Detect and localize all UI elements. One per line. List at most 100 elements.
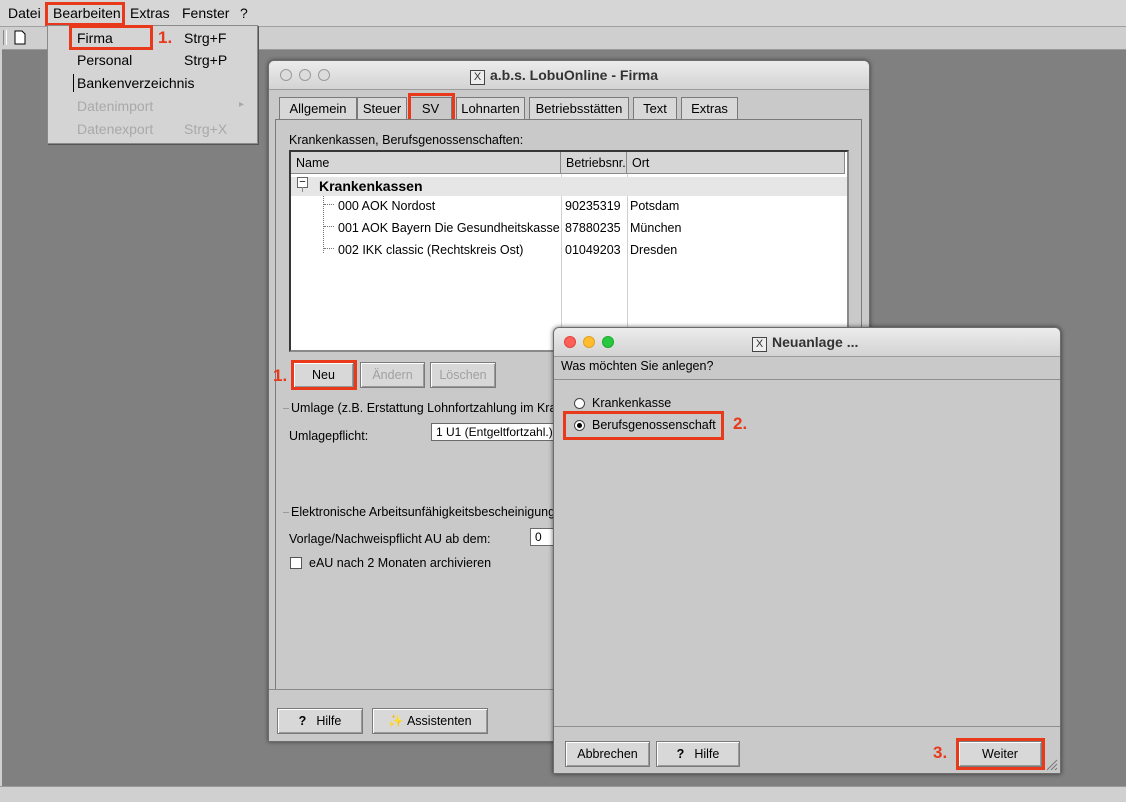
window-title: Xa.b.s. LobuOnline - Firma bbox=[470, 67, 658, 85]
close-icon[interactable] bbox=[564, 336, 576, 348]
menu-fenster[interactable]: Fenster bbox=[182, 5, 229, 21]
highlight-bearbeiten bbox=[45, 2, 125, 26]
maximize-icon[interactable] bbox=[318, 69, 330, 81]
table-row[interactable]: 002 IKK classic (Rechtskreis Ost) 010492… bbox=[291, 240, 847, 261]
highlight-tab-sv bbox=[408, 93, 455, 122]
archiv-checkbox[interactable] bbox=[290, 557, 302, 569]
menu-datei[interactable]: Datei bbox=[8, 5, 41, 21]
menu-item-personal[interactable]: Personal Strg+P bbox=[48, 49, 257, 71]
assistenten-label: Assistenten bbox=[406, 714, 472, 728]
column-header-name[interactable]: Name bbox=[291, 152, 561, 174]
group-line bbox=[283, 512, 289, 513]
tree-branch bbox=[324, 248, 334, 250]
krankenkassen-grid[interactable]: Name Betriebsnr. Ort − Krankenkassen 000… bbox=[289, 150, 849, 352]
menu-extras[interactable]: Extras bbox=[130, 5, 170, 21]
menu-item-shortcut: Strg+F bbox=[184, 30, 227, 46]
resize-grip-icon[interactable] bbox=[1044, 757, 1058, 771]
submenu-arrow-icon: ▸ bbox=[239, 99, 245, 110]
group-line bbox=[283, 408, 289, 409]
menu-item-label: Personal bbox=[77, 52, 133, 68]
row-betriebsnr: 90235319 bbox=[565, 199, 621, 213]
menu-item-shortcut: Strg+X bbox=[184, 121, 228, 137]
row-ort: München bbox=[630, 221, 682, 235]
magic-wand-icon: ✨ bbox=[388, 714, 404, 728]
umlagepflicht-label: Umlagepflicht: bbox=[289, 429, 369, 443]
menu-item-datenimport: Datenimport ▸ bbox=[48, 95, 257, 117]
radio-krankenkasse[interactable] bbox=[574, 398, 585, 409]
tree-line bbox=[302, 187, 303, 192]
aendern-button: Ändern bbox=[360, 362, 425, 388]
tab-text[interactable]: Text bbox=[633, 97, 677, 119]
footer-divider bbox=[554, 726, 1060, 727]
new-document-icon[interactable] bbox=[14, 30, 26, 45]
question-label: Was möchten Sie anlegen? bbox=[561, 359, 714, 373]
archiv-label: eAU nach 2 Monaten archivieren bbox=[309, 556, 492, 570]
table-row[interactable]: 000 AOK Nordost 90235319 Potsdam bbox=[291, 196, 847, 217]
neuanlage-titlebar[interactable]: X Neuanlage ... bbox=[554, 328, 1060, 357]
tab-extras[interactable]: Extras bbox=[681, 97, 738, 119]
step-1-label: 1. bbox=[273, 366, 288, 385]
umlagepflicht-select[interactable]: 1 U1 (Entgeltfortzahl.) bbox=[431, 423, 561, 441]
dialog-title: X Neuanlage ... bbox=[752, 334, 858, 352]
menu-item-label: Datenimport bbox=[77, 98, 154, 114]
close-icon[interactable] bbox=[280, 69, 292, 81]
table-row[interactable]: 001 AOK Bayern Die Gesundheitskasse 8788… bbox=[291, 218, 847, 239]
step-1-label: 1. bbox=[158, 28, 173, 47]
menu-bar: Datei Bearbeiten Extras Fenster ? bbox=[0, 0, 1126, 27]
tree-branch bbox=[324, 226, 334, 228]
menu-help[interactable]: ? bbox=[240, 5, 248, 21]
tab-allgemein[interactable]: Allgemein bbox=[279, 97, 357, 119]
section-label: Krankenkassen, Berufsgenossenschaften: bbox=[289, 133, 524, 147]
status-bar bbox=[0, 786, 1126, 802]
loeschen-button: Löschen bbox=[430, 362, 496, 388]
step-3-label: 3. bbox=[933, 743, 948, 762]
umlage-title: Umlage (z.B. Erstattung Lohnfortzahlung … bbox=[291, 401, 564, 415]
toolbar-grip bbox=[3, 30, 7, 45]
minimize-icon[interactable] bbox=[299, 69, 311, 81]
column-header-betriebsnr[interactable]: Betriebsnr. bbox=[561, 152, 627, 174]
hilfe-button[interactable]: ? Hilfe bbox=[277, 708, 363, 734]
assistenten-button[interactable]: ✨ Assistenten bbox=[372, 708, 488, 734]
minimize-icon[interactable] bbox=[583, 336, 595, 348]
header-divider bbox=[554, 379, 1060, 380]
menu-item-bankenverzeichnis[interactable]: Bankenverzeichnis bbox=[48, 72, 257, 94]
row-ort: Dresden bbox=[630, 243, 678, 257]
text-cursor bbox=[73, 74, 74, 92]
highlight-firma bbox=[69, 25, 153, 50]
row-betriebsnr: 87880235 bbox=[565, 221, 621, 235]
step-2-label: 2. bbox=[733, 414, 748, 433]
tree-branch bbox=[324, 204, 334, 206]
tab-lohnarten[interactable]: Lohnarten bbox=[456, 97, 525, 119]
column-header-ort[interactable]: Ort bbox=[627, 152, 845, 174]
highlight-weiter bbox=[956, 738, 1045, 770]
tab-betriebsstaetten[interactable]: Betriebsstätten bbox=[529, 97, 629, 119]
row-name: 001 AOK Bayern Die Gesundheitskasse bbox=[338, 221, 560, 235]
menu-item-datenexport: Datenexport Strg+X bbox=[48, 118, 257, 140]
help-icon: ? bbox=[676, 747, 685, 761]
hilfe-button[interactable]: ? Hilfe bbox=[656, 741, 740, 767]
row-betriebsnr: 01049203 bbox=[565, 243, 621, 257]
menu-item-shortcut: Strg+P bbox=[184, 52, 228, 68]
x11-icon: X bbox=[470, 70, 485, 85]
window-title-text: a.b.s. LobuOnline - Firma bbox=[490, 67, 659, 83]
row-ort: Potsdam bbox=[630, 199, 680, 213]
abbrechen-button[interactable]: Abbrechen bbox=[565, 741, 650, 767]
menu-item-label: Bankenverzeichnis bbox=[77, 75, 195, 91]
eau-title: Elektronische Arbeitsunfähigkeitsbeschei… bbox=[291, 505, 556, 519]
neuanlage-dialog: X Neuanlage ... Was möchten Sie anlegen? … bbox=[553, 327, 1061, 774]
left-edge bbox=[0, 49, 2, 801]
tab-steuer[interactable]: Steuer bbox=[357, 97, 407, 119]
menu-item-label: Datenexport bbox=[77, 121, 154, 137]
radio-label-krankenkasse[interactable]: Krankenkasse bbox=[592, 396, 671, 410]
x11-icon: X bbox=[752, 337, 767, 352]
vorlage-label: Vorlage/Nachweispflicht AU ab dem: bbox=[289, 532, 491, 546]
hilfe-label: Hilfe bbox=[316, 714, 342, 728]
row-name: 002 IKK classic (Rechtskreis Ost) bbox=[338, 243, 524, 257]
tree-group-row[interactable]: − Krankenkassen bbox=[291, 177, 847, 196]
dialog-title-text: Neuanlage ... bbox=[772, 334, 859, 350]
hilfe-label: Hilfe bbox=[694, 747, 720, 761]
help-icon: ? bbox=[298, 714, 307, 728]
firma-titlebar[interactable]: Xa.b.s. LobuOnline - Firma bbox=[269, 61, 869, 90]
maximize-icon[interactable] bbox=[602, 336, 614, 348]
group-label: Krankenkassen bbox=[319, 178, 423, 194]
